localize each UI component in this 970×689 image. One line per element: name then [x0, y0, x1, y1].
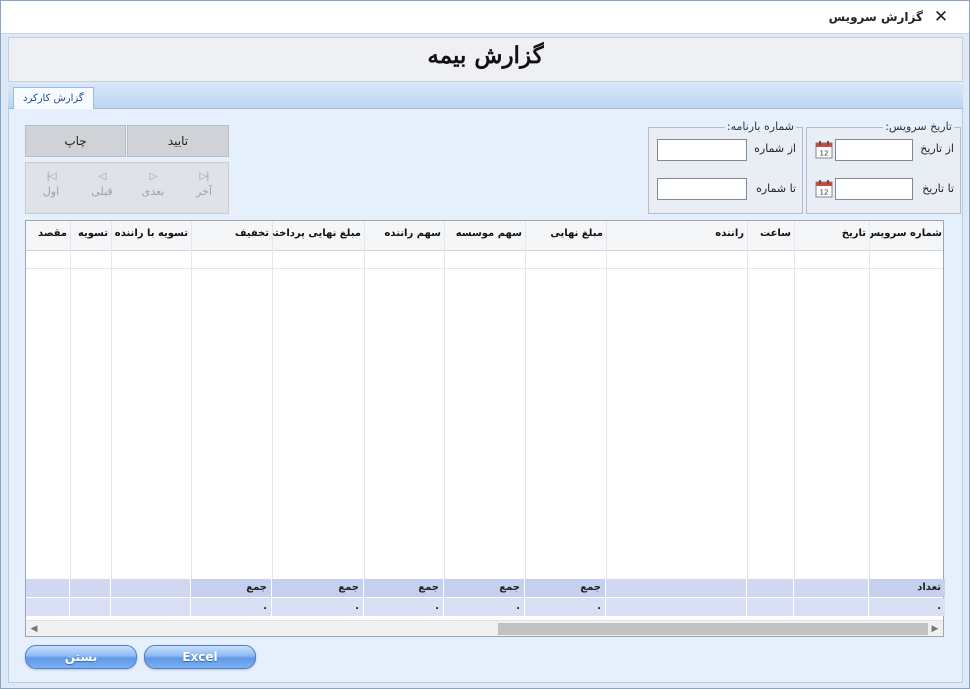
title-bar: گزارش سرویس ✕ — [1, 1, 969, 34]
excel-button[interactable]: Excel — [144, 645, 256, 669]
service-date-legend: تاریخ سرویس: — [883, 120, 954, 133]
footer-sum-label: جمع — [364, 579, 443, 597]
column-header[interactable]: راننده — [606, 221, 747, 251]
nav-first-button[interactable]: |◁ اول — [26, 169, 76, 199]
from-waybill-input[interactable] — [657, 139, 747, 161]
waybill-number-group: شماره بارنامه: از شماره تا شماره — [648, 120, 803, 214]
report-grid[interactable]: شماره سرویس تاریخ ساعت راننده مبلغ نهایی… — [25, 220, 945, 637]
grid-column-line — [111, 221, 112, 588]
footer-cell — [26, 579, 69, 597]
nav-last-label: آخر — [196, 185, 212, 198]
grid-column-line — [191, 221, 192, 588]
nav-next-label: بعدی — [141, 185, 165, 198]
record-navigator: |◁ اول ◁ قبلی ▷ بعدی ▷| آخر — [25, 162, 229, 214]
horizontal-scrollbar[interactable]: ◀ ▶ — [26, 620, 943, 636]
column-header[interactable]: مقصد — [26, 221, 70, 251]
column-header[interactable]: ساعت — [747, 221, 794, 251]
footer-sum-label: جمع — [525, 579, 605, 597]
scroll-left-icon[interactable]: ◀ — [26, 621, 42, 637]
grid-column-line — [747, 221, 748, 588]
tab-work-report[interactable]: گزارش کارکرد — [13, 87, 94, 110]
calendar-icon[interactable]: 12 — [814, 140, 834, 160]
footer-cell — [794, 598, 868, 616]
column-header[interactable]: تسویه — [70, 221, 111, 251]
footer-cell — [794, 579, 868, 597]
nav-previous-button[interactable]: ◁ قبلی — [77, 169, 127, 199]
column-header[interactable]: تخفیف — [191, 221, 272, 251]
service-date-group: تاریخ سرویس: 12 از تاریخ 12 تا تاریخ — [806, 120, 961, 214]
previous-record-icon: ◁ — [98, 171, 107, 182]
waybill-number-legend: شماره بارنامه: — [724, 120, 796, 133]
column-header[interactable]: تسویه با راننده — [111, 221, 191, 251]
footer-cell — [70, 598, 110, 616]
footer-sum-value: . — [364, 598, 443, 616]
footer-cell — [111, 598, 190, 616]
tab-content: چاپ تایید |◁ اول ◁ قبلی ▷ بعدی ▷| آخر شم… — [8, 109, 963, 683]
window-title: گزارش سرویس — [828, 10, 923, 24]
grid-column-line — [525, 221, 526, 588]
footer-cell — [606, 579, 746, 597]
grid-column-line — [70, 221, 71, 588]
grid-column-line — [606, 221, 607, 588]
from-date-input[interactable] — [835, 139, 913, 161]
footer-count-label: تعداد — [869, 579, 945, 597]
from-waybill-label: از شماره — [754, 142, 796, 155]
footer-sum-value: . — [444, 598, 524, 616]
grid-header: شماره سرویس تاریخ ساعت راننده مبلغ نهایی… — [26, 221, 943, 251]
grid-column-line — [272, 221, 273, 588]
page-title: گزارش بیمه — [427, 42, 544, 69]
nav-last-button[interactable]: ▷| آخر — [179, 169, 229, 199]
svg-text:12: 12 — [820, 189, 829, 197]
footer-sum-label: جمع — [444, 579, 524, 597]
grid-column-line — [444, 221, 445, 588]
grid-footer-values: . . . . . . — [26, 598, 945, 616]
column-header[interactable]: سهم راننده — [364, 221, 444, 251]
footer-cell — [26, 598, 69, 616]
column-header[interactable]: شماره سرویس — [869, 221, 945, 251]
first-record-icon: |◁ — [46, 171, 56, 182]
print-button[interactable]: چاپ — [25, 125, 126, 157]
column-header[interactable]: سهم موسسه — [444, 221, 525, 251]
column-header[interactable]: تاریخ — [794, 221, 869, 251]
svg-text:12: 12 — [820, 150, 829, 158]
column-header[interactable]: مبلغ نهایی پرداختی — [272, 221, 364, 251]
footer-cell — [70, 579, 110, 597]
grid-column-line — [794, 221, 795, 588]
scrollbar-thumb[interactable] — [498, 623, 928, 635]
footer-sum-label: جمع — [191, 579, 271, 597]
to-date-label: تا تاریخ — [922, 182, 954, 195]
from-date-label: از تاریخ — [920, 142, 954, 155]
nav-first-label: اول — [42, 185, 60, 198]
footer-cell — [111, 579, 190, 597]
close-icon[interactable]: ✕ — [931, 7, 951, 27]
scroll-right-icon[interactable]: ▶ — [927, 621, 943, 637]
grid-column-line — [364, 221, 365, 588]
grid-row-line — [26, 268, 943, 269]
nav-previous-label: قبلی — [91, 185, 113, 198]
confirm-button[interactable]: تایید — [127, 125, 229, 157]
to-date-input[interactable] — [835, 178, 913, 200]
footer-sum-value: . — [525, 598, 605, 616]
footer-sum-value: . — [272, 598, 363, 616]
grid-footer-labels: تعداد جمع جمع جمع جمع جمع — [26, 579, 945, 597]
to-waybill-label: تا شماره — [756, 182, 796, 195]
grid-column-line — [869, 221, 870, 588]
footer-cell — [747, 598, 793, 616]
footer-count-value: . — [869, 598, 945, 616]
tab-strip: گزارش کارکرد — [8, 84, 963, 110]
calendar-icon[interactable]: 12 — [814, 179, 834, 199]
footer-cell — [606, 598, 746, 616]
header-panel: گزارش بیمه — [8, 37, 963, 82]
next-record-icon: ▷ — [149, 171, 158, 182]
to-waybill-input[interactable] — [657, 178, 747, 200]
last-record-icon: ▷| — [199, 171, 209, 182]
close-button[interactable]: بستن — [25, 645, 137, 669]
column-header[interactable]: مبلغ نهایی — [525, 221, 606, 251]
nav-next-button[interactable]: ▷ بعدی — [128, 169, 178, 199]
footer-sum-value: . — [191, 598, 271, 616]
report-window: گزارش سرویس ✕ گزارش بیمه گزارش کارکرد چا… — [0, 0, 970, 689]
footer-sum-label: جمع — [272, 579, 363, 597]
footer-cell — [747, 579, 793, 597]
